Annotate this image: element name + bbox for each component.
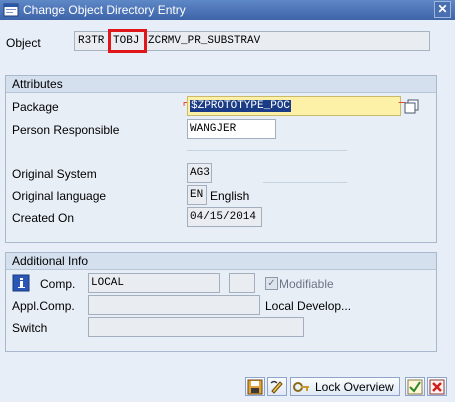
check-icon	[407, 379, 423, 395]
save-icon	[247, 379, 263, 395]
created-on-label: Created On	[12, 211, 75, 225]
change-object-directory-dialog: Change Object Directory Entry ✕ Object R…	[0, 0, 455, 402]
additional-info-group-title: Additional Info	[6, 253, 436, 270]
edit-button[interactable]	[267, 377, 287, 396]
appl-comp-text: Local Develop...	[265, 299, 352, 313]
edit-icon	[270, 380, 283, 394]
sap-window-icon	[3, 3, 19, 17]
save-button[interactable]	[245, 377, 265, 396]
person-responsible-label: Person Responsible	[12, 123, 120, 137]
attributes-group-title: Attributes	[6, 76, 436, 93]
original-language-field: EN	[187, 185, 207, 205]
window-title: Change Object Directory Entry	[23, 3, 186, 17]
divider	[263, 182, 347, 183]
object-name: ZCRMV_PR_SUBSTRAV	[148, 35, 261, 47]
cancel-icon	[429, 379, 445, 395]
check-button[interactable]	[405, 377, 425, 396]
appl-comp-field	[88, 295, 260, 315]
switch-field	[88, 317, 304, 337]
original-system-field: AG3	[187, 163, 212, 183]
modifiable-checkbox[interactable]: ✓	[265, 277, 278, 290]
modifiable-label: Modifiable	[279, 277, 334, 291]
copy-icon[interactable]	[403, 98, 421, 116]
person-responsible-input[interactable]: WANGJER	[187, 119, 276, 139]
created-on-field: 04/15/2014	[187, 207, 262, 227]
object-type-highlight	[108, 29, 147, 53]
comp-field: LOCAL	[88, 273, 220, 293]
object-label: Object	[6, 36, 41, 50]
close-icon[interactable]: ✕	[434, 1, 451, 18]
original-language-label: Original language	[12, 189, 107, 203]
appl-comp-label: Appl.Comp.	[12, 299, 75, 313]
object-program-id: R3TR	[78, 35, 105, 47]
info-icon[interactable]	[12, 274, 30, 292]
divider	[187, 150, 347, 151]
original-language-text: English	[210, 189, 250, 203]
lock-icon	[293, 382, 309, 392]
package-label: Package	[12, 100, 59, 114]
original-system-label: Original System	[12, 167, 97, 181]
lock-overview-label: Lock Overview	[315, 380, 394, 394]
switch-label: Switch	[12, 321, 48, 335]
title-bar: Change Object Directory Entry ✕	[0, 0, 455, 20]
package-input[interactable]: $ZPROTOTYPE_POC	[187, 96, 401, 116]
lock-overview-button[interactable]: Lock Overview	[290, 377, 400, 396]
comp-label: Comp.	[40, 277, 76, 291]
comp-extra-field	[229, 273, 255, 293]
package-value: $ZPROTOTYPE_POC	[190, 100, 292, 112]
cancel-button[interactable]	[427, 377, 447, 396]
